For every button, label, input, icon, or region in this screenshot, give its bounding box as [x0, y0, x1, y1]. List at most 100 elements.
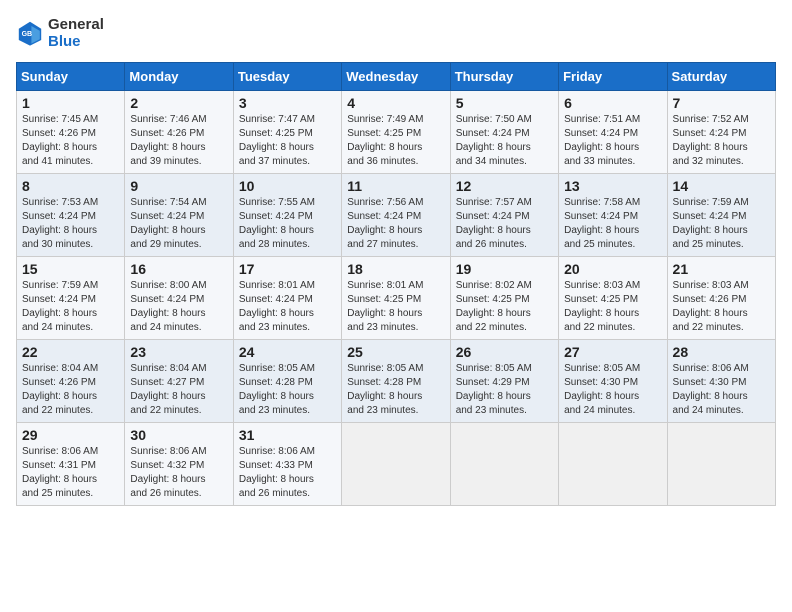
day-number: 13 — [564, 178, 661, 194]
calendar-row: 8 Sunrise: 7:53 AM Sunset: 4:24 PM Daylig… — [17, 174, 776, 257]
weekday-header: Sunday — [17, 63, 125, 91]
calendar-row: 15 Sunrise: 7:59 AM Sunset: 4:24 PM Dayli… — [17, 257, 776, 340]
day-info: Sunrise: 8:05 AM Sunset: 4:30 PM Dayligh… — [564, 362, 661, 418]
day-number: 29 — [22, 427, 119, 443]
day-number: 5 — [456, 95, 553, 111]
day-number: 6 — [564, 95, 661, 111]
calendar-cell: 31Sunrise: 8:06 AM Sunset: 4:33 PM Dayli… — [233, 423, 341, 506]
calendar-cell: 23 Sunrise: 8:04 AM Sunset: 4:27 PM Dayli… — [125, 340, 233, 423]
page-header: GB General Blue — [16, 16, 776, 50]
calendar-cell: 29 Sunrise: 8:06 AM Sunset: 4:31 PM Dayli… — [17, 423, 125, 506]
day-info: Sunrise: 7:57 AM Sunset: 4:24 PM Dayligh… — [456, 196, 553, 252]
day-info: Sunrise: 8:01 AM Sunset: 4:24 PM Dayligh… — [239, 279, 336, 335]
weekday-header-row: SundayMondayTuesdayWednesdayThursdayFrid… — [17, 63, 776, 91]
calendar-cell — [559, 423, 667, 506]
day-number: 26 — [456, 344, 553, 360]
calendar-cell: 6 Sunrise: 7:51 AM Sunset: 4:24 PM Daylig… — [559, 91, 667, 174]
calendar-cell: 25 Sunrise: 8:05 AM Sunset: 4:28 PM Dayli… — [342, 340, 450, 423]
day-info: Sunrise: 7:53 AM Sunset: 4:24 PM Dayligh… — [22, 196, 119, 252]
calendar-cell: 4Sunrise: 7:49 AM Sunset: 4:25 PM Daylig… — [342, 91, 450, 174]
day-number: 27 — [564, 344, 661, 360]
day-number: 20 — [564, 261, 661, 277]
day-number: 3 — [239, 95, 336, 111]
day-number: 17 — [239, 261, 336, 277]
day-number: 23 — [130, 344, 227, 360]
day-info: Sunrise: 7:55 AM Sunset: 4:24 PM Dayligh… — [239, 196, 336, 252]
calendar-cell: 12 Sunrise: 7:57 AM Sunset: 4:24 PM Dayli… — [450, 174, 558, 257]
day-info: Sunrise: 8:05 AM Sunset: 4:28 PM Dayligh… — [347, 362, 444, 418]
day-number: 30 — [130, 427, 227, 443]
day-info: Sunrise: 8:02 AM Sunset: 4:25 PM Dayligh… — [456, 279, 553, 335]
calendar-cell: 1 Sunrise: 7:45 AM Sunset: 4:26 PM Daylig… — [17, 91, 125, 174]
day-info: Sunrise: 7:54 AM Sunset: 4:24 PM Dayligh… — [130, 196, 227, 252]
day-info: Sunrise: 8:03 AM Sunset: 4:25 PM Dayligh… — [564, 279, 661, 335]
day-number: 4 — [347, 95, 444, 111]
calendar-row: 22 Sunrise: 8:04 AM Sunset: 4:26 PM Dayli… — [17, 340, 776, 423]
day-info: Sunrise: 8:04 AM Sunset: 4:27 PM Dayligh… — [130, 362, 227, 418]
day-number: 12 — [456, 178, 553, 194]
calendar-cell: 17 Sunrise: 8:01 AM Sunset: 4:24 PM Dayli… — [233, 257, 341, 340]
day-number: 2 — [130, 95, 227, 111]
day-info: Sunrise: 7:58 AM Sunset: 4:24 PM Dayligh… — [564, 196, 661, 252]
calendar-cell: 5 Sunrise: 7:50 AM Sunset: 4:24 PM Daylig… — [450, 91, 558, 174]
day-number: 1 — [22, 95, 119, 111]
weekday-header: Saturday — [667, 63, 775, 91]
day-info: Sunrise: 8:06 AM Sunset: 4:32 PM Dayligh… — [130, 445, 227, 501]
day-number: 8 — [22, 178, 119, 194]
weekday-header: Friday — [559, 63, 667, 91]
day-info: Sunrise: 7:45 AM Sunset: 4:26 PM Dayligh… — [22, 113, 119, 169]
day-number: 14 — [673, 178, 770, 194]
calendar-cell: 24Sunrise: 8:05 AM Sunset: 4:28 PM Dayli… — [233, 340, 341, 423]
day-info: Sunrise: 8:06 AM Sunset: 4:33 PM Dayligh… — [239, 445, 336, 501]
calendar-cell: 28 Sunrise: 8:06 AM Sunset: 4:30 PM Dayli… — [667, 340, 775, 423]
day-number: 11 — [347, 178, 444, 194]
calendar-cell: 10Sunrise: 7:55 AM Sunset: 4:24 PM Dayli… — [233, 174, 341, 257]
calendar-cell: 19Sunrise: 8:02 AM Sunset: 4:25 PM Dayli… — [450, 257, 558, 340]
day-info: Sunrise: 7:59 AM Sunset: 4:24 PM Dayligh… — [673, 196, 770, 252]
day-number: 9 — [130, 178, 227, 194]
calendar-cell: 2 Sunrise: 7:46 AM Sunset: 4:26 PM Daylig… — [125, 91, 233, 174]
day-info: Sunrise: 8:05 AM Sunset: 4:29 PM Dayligh… — [456, 362, 553, 418]
logo-icon: GB — [16, 19, 44, 47]
calendar-cell: 9 Sunrise: 7:54 AM Sunset: 4:24 PM Daylig… — [125, 174, 233, 257]
calendar-cell: 3 Sunrise: 7:47 AM Sunset: 4:25 PM Daylig… — [233, 91, 341, 174]
day-number: 18 — [347, 261, 444, 277]
calendar-cell — [342, 423, 450, 506]
day-info: Sunrise: 7:50 AM Sunset: 4:24 PM Dayligh… — [456, 113, 553, 169]
day-info: Sunrise: 8:06 AM Sunset: 4:31 PM Dayligh… — [22, 445, 119, 501]
calendar-cell: 15 Sunrise: 7:59 AM Sunset: 4:24 PM Dayli… — [17, 257, 125, 340]
calendar-cell: 27 Sunrise: 8:05 AM Sunset: 4:30 PM Dayli… — [559, 340, 667, 423]
calendar-cell: 21 Sunrise: 8:03 AM Sunset: 4:26 PM Dayli… — [667, 257, 775, 340]
day-number: 25 — [347, 344, 444, 360]
calendar-cell — [450, 423, 558, 506]
calendar-cell: 16 Sunrise: 8:00 AM Sunset: 4:24 PM Dayli… — [125, 257, 233, 340]
calendar-cell: 26 Sunrise: 8:05 AM Sunset: 4:29 PM Dayli… — [450, 340, 558, 423]
day-number: 15 — [22, 261, 119, 277]
day-number: 22 — [22, 344, 119, 360]
logo-text: General Blue — [48, 16, 104, 50]
svg-text:GB: GB — [22, 31, 32, 38]
day-info: Sunrise: 7:46 AM Sunset: 4:26 PM Dayligh… — [130, 113, 227, 169]
calendar-cell: 22 Sunrise: 8:04 AM Sunset: 4:26 PM Dayli… — [17, 340, 125, 423]
calendar-row: 1 Sunrise: 7:45 AM Sunset: 4:26 PM Daylig… — [17, 91, 776, 174]
day-number: 7 — [673, 95, 770, 111]
calendar-cell: 20 Sunrise: 8:03 AM Sunset: 4:25 PM Dayli… — [559, 257, 667, 340]
day-number: 16 — [130, 261, 227, 277]
day-info: Sunrise: 8:00 AM Sunset: 4:24 PM Dayligh… — [130, 279, 227, 335]
weekday-header: Wednesday — [342, 63, 450, 91]
day-info: Sunrise: 8:04 AM Sunset: 4:26 PM Dayligh… — [22, 362, 119, 418]
day-info: Sunrise: 8:01 AM Sunset: 4:25 PM Dayligh… — [347, 279, 444, 335]
day-info: Sunrise: 7:59 AM Sunset: 4:24 PM Dayligh… — [22, 279, 119, 335]
day-number: 24 — [239, 344, 336, 360]
day-info: Sunrise: 7:52 AM Sunset: 4:24 PM Dayligh… — [673, 113, 770, 169]
day-info: Sunrise: 7:51 AM Sunset: 4:24 PM Dayligh… — [564, 113, 661, 169]
calendar-cell: 30 Sunrise: 8:06 AM Sunset: 4:32 PM Dayli… — [125, 423, 233, 506]
calendar-cell: 7 Sunrise: 7:52 AM Sunset: 4:24 PM Daylig… — [667, 91, 775, 174]
day-info: Sunrise: 7:47 AM Sunset: 4:25 PM Dayligh… — [239, 113, 336, 169]
day-number: 28 — [673, 344, 770, 360]
day-info: Sunrise: 7:56 AM Sunset: 4:24 PM Dayligh… — [347, 196, 444, 252]
day-number: 21 — [673, 261, 770, 277]
calendar-cell: 11 Sunrise: 7:56 AM Sunset: 4:24 PM Dayli… — [342, 174, 450, 257]
day-info: Sunrise: 8:03 AM Sunset: 4:26 PM Dayligh… — [673, 279, 770, 335]
day-info: Sunrise: 8:06 AM Sunset: 4:30 PM Dayligh… — [673, 362, 770, 418]
